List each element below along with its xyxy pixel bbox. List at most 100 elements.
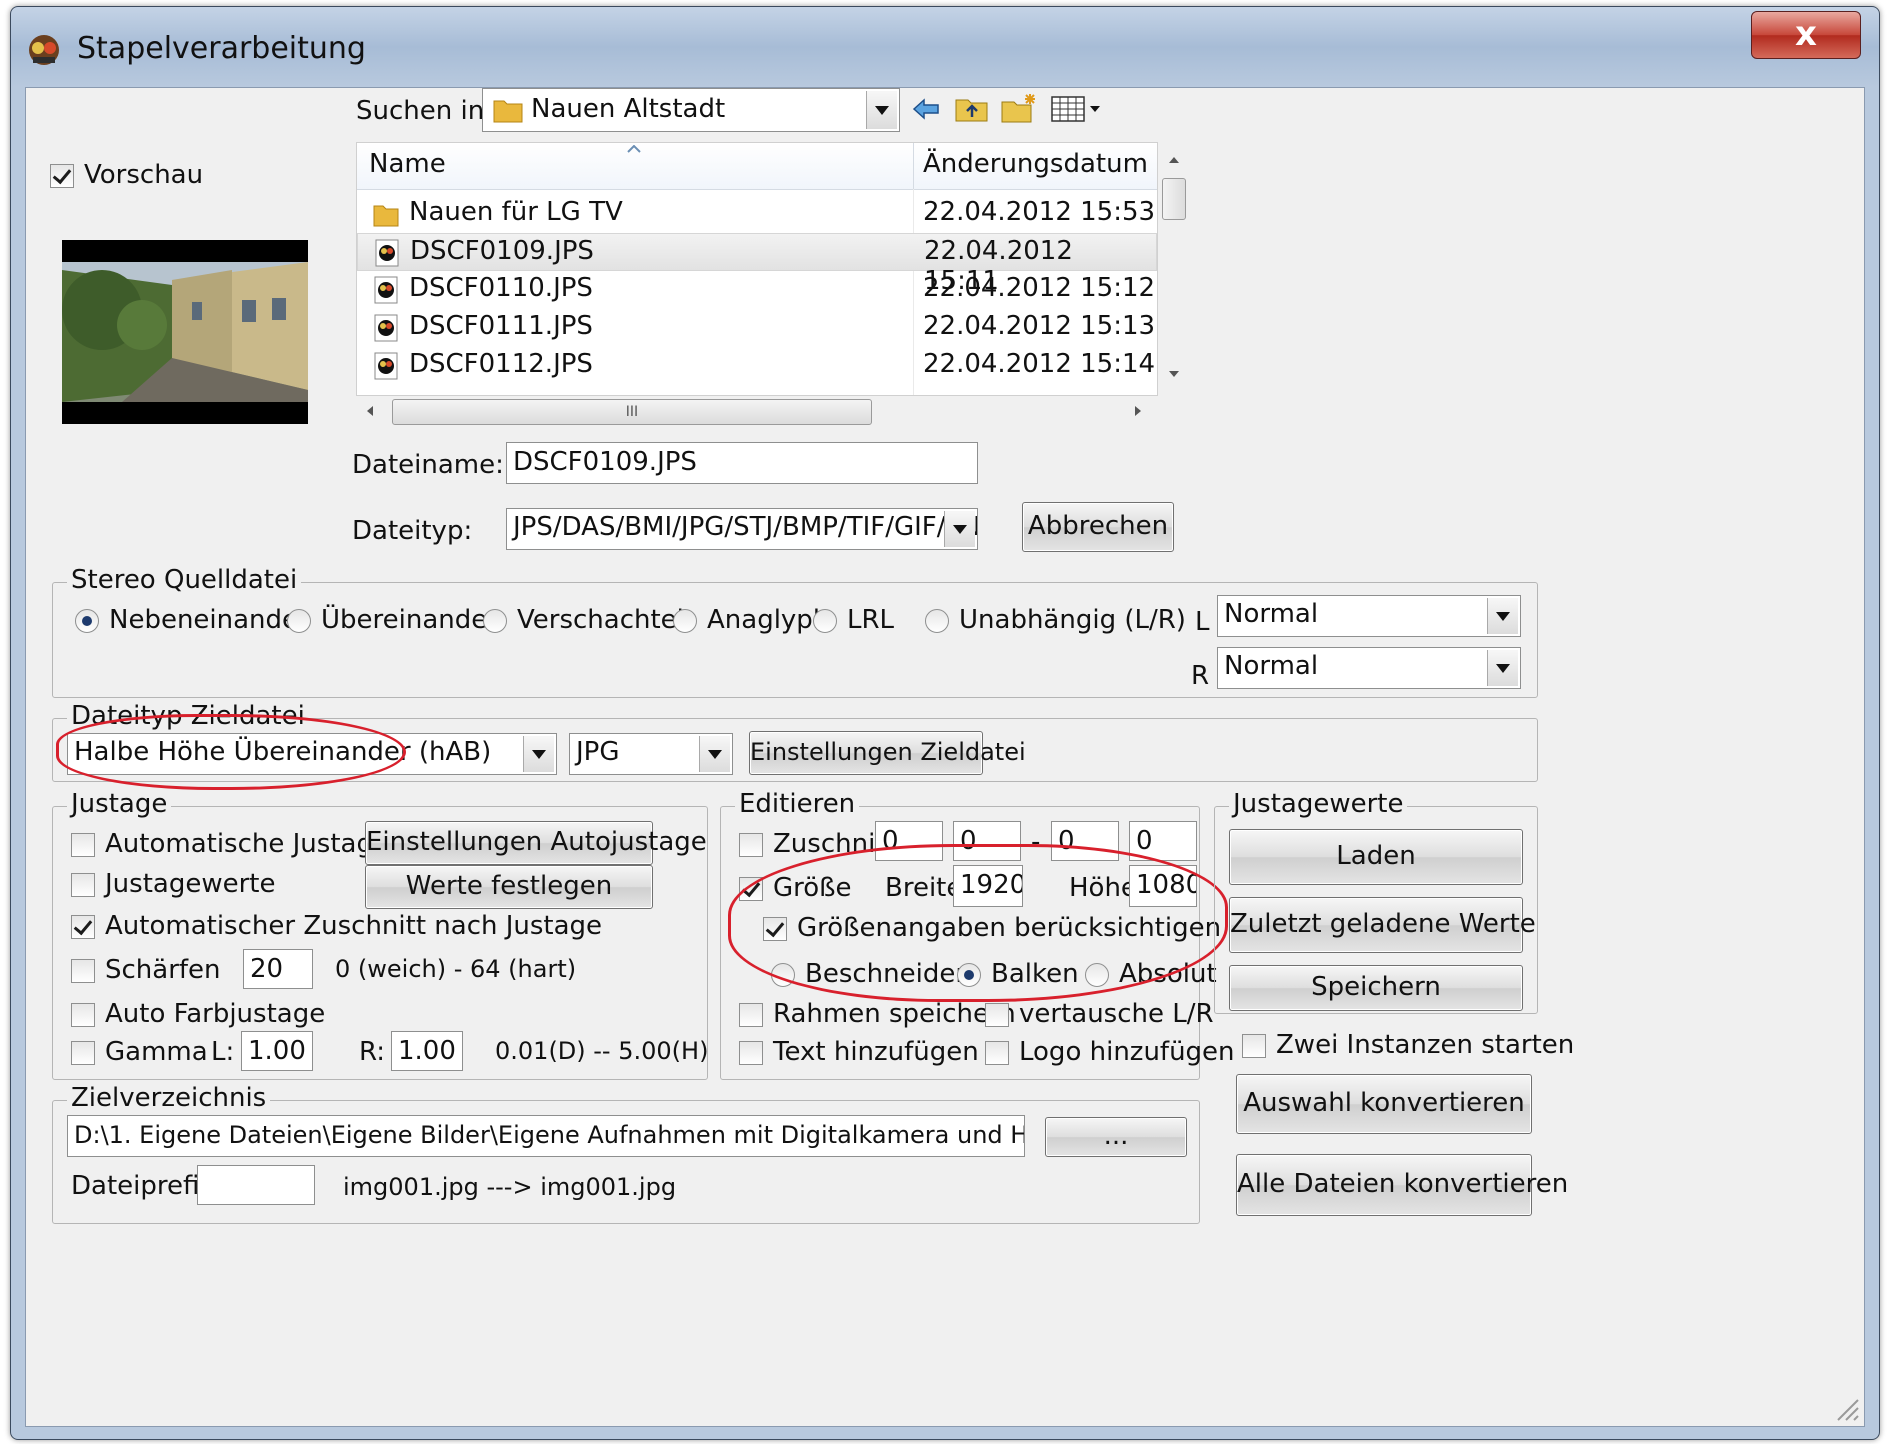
filetype-combo[interactable]: JPS/DAS/BMI/JPG/STJ/BMP/TIF/GIF/PN (506, 508, 978, 550)
height-input[interactable]: 1080 (1129, 865, 1197, 907)
sharpen-checkbox[interactable] (71, 959, 95, 983)
file-date: 22.04.2012 15:53 (923, 197, 1156, 227)
scroll-left-icon[interactable] (366, 405, 374, 417)
right-image-dropdown-arrow[interactable] (1487, 650, 1518, 686)
target-ext-combo[interactable]: JPG (569, 733, 733, 775)
radio-absolute-mode[interactable] (1085, 963, 1109, 987)
load-values-button[interactable]: Laden (1229, 829, 1523, 885)
last-loaded-values-button[interactable]: Zuletzt geladene Werte (1229, 897, 1536, 953)
file-row[interactable]: DSCF0112.JPS 22.04.2012 15:14 (357, 347, 1157, 385)
view-menu-icon[interactable] (1050, 94, 1106, 124)
file-row[interactable]: DSCF0110.JPS 22.04.2012 15:12 (357, 271, 1157, 309)
auto-color-checkbox[interactable] (71, 1003, 95, 1027)
crop-checkbox[interactable] (739, 833, 763, 857)
prefix-input[interactable] (197, 1165, 315, 1205)
radio-lrl[interactable] (813, 609, 837, 633)
folder-icon (373, 205, 399, 227)
look-in-combo[interactable]: Nauen Altstadt (482, 88, 900, 132)
save-frame-label: Rahmen speichern (773, 999, 1016, 1029)
left-image-combo[interactable]: Normal (1217, 595, 1521, 637)
two-instances-label: Zwei Instanzen starten (1276, 1030, 1575, 1060)
save-values-button[interactable]: Speichern (1229, 965, 1523, 1011)
close-button[interactable]: x (1751, 11, 1861, 59)
gamma-left-label: L: (211, 1037, 235, 1067)
respect-size-label: Größenangaben berücksichtigen (797, 913, 1222, 943)
crop-input-2[interactable]: 0 (953, 821, 1021, 861)
right-image-combo[interactable]: Normal (1217, 647, 1521, 689)
new-folder-icon[interactable] (1000, 92, 1038, 124)
file-name: DSCF0110.JPS (409, 273, 593, 303)
convert-selection-button[interactable]: Auswahl konvertieren (1236, 1074, 1532, 1134)
file-list[interactable]: Name Änderungsdatum Nauen für LG TV 22.0… (356, 142, 1158, 396)
file-row-folder[interactable]: Nauen für LG TV 22.04.2012 15:53 (357, 195, 1157, 233)
edit-group: Editieren Zuschnitt 0 0 - 0 0 Größe Brei… (720, 789, 1235, 1080)
look-in-dropdown-arrow[interactable] (866, 91, 897, 129)
column-name-header[interactable]: Name (369, 149, 446, 179)
radio-bars-mode[interactable] (957, 963, 981, 987)
crop-input-3[interactable]: 0 (1051, 821, 1119, 861)
back-icon[interactable] (910, 94, 942, 124)
justage-title: Justage (67, 789, 172, 819)
resize-grip-icon[interactable] (1832, 1394, 1860, 1422)
preview-checkbox[interactable] (50, 164, 74, 188)
target-dir-input[interactable]: D:\1. Eigene Dateien\Eigene Bilder\Eigen… (67, 1115, 1025, 1157)
justage-values-checkbox[interactable] (71, 873, 95, 897)
browse-button[interactable]: ... (1045, 1117, 1187, 1157)
crop-input-4[interactable]: 0 (1129, 821, 1197, 861)
scroll-up-icon[interactable] (1168, 156, 1180, 164)
filename-input[interactable]: DSCF0109.JPS (506, 442, 978, 484)
scroll-thumb-horizontal[interactable]: III (392, 399, 872, 425)
set-values-button[interactable]: Werte festlegen (365, 865, 653, 909)
scroll-thumb[interactable] (1162, 178, 1186, 220)
column-divider[interactable] (913, 143, 914, 189)
filename-label: Dateiname: (352, 450, 504, 480)
save-frame-checkbox[interactable] (739, 1003, 763, 1027)
auto-crop-checkbox[interactable] (71, 915, 95, 939)
file-list-vertical-scrollbar[interactable] (1160, 142, 1188, 392)
width-input[interactable]: 1920 (953, 865, 1023, 907)
radio-anaglyph[interactable] (673, 609, 697, 633)
auto-color-label: Auto Farbjustage (105, 999, 326, 1029)
file-name: DSCF0112.JPS (409, 349, 593, 379)
two-instances-checkbox[interactable] (1242, 1034, 1266, 1058)
add-text-checkbox[interactable] (739, 1041, 763, 1065)
radio-interlaced[interactable] (483, 609, 507, 633)
sharpen-input[interactable]: 20 (243, 949, 313, 989)
scroll-right-icon[interactable] (1134, 405, 1142, 417)
filetype-dropdown-arrow[interactable] (944, 511, 975, 547)
gamma-left-input[interactable]: 1.00 (241, 1031, 313, 1071)
up-folder-icon[interactable] (954, 94, 990, 124)
look-in-label: Suchen in: (356, 96, 493, 126)
target-format-combo[interactable]: Halbe Höhe Übereinander (hAB) (67, 733, 557, 775)
respect-size-checkbox[interactable] (763, 917, 787, 941)
target-ext-dropdown-arrow[interactable] (699, 736, 730, 772)
target-format-dropdown-arrow[interactable] (523, 736, 554, 772)
size-checkbox[interactable] (739, 877, 763, 901)
file-row-selected[interactable]: DSCF0109.JPS 22.04.2012 15:11 (357, 233, 1157, 296)
convert-all-button[interactable]: Alle Dateien konvertieren (1236, 1154, 1568, 1216)
justage-values-label: Justagewerte (105, 869, 276, 899)
file-row[interactable]: DSCF0111.JPS 22.04.2012 15:13 (357, 309, 1157, 347)
auto-crop-label: Automatischer Zuschnitt nach Justage (105, 911, 603, 941)
gamma-right-input[interactable]: 1.00 (391, 1031, 463, 1071)
file-list-horizontal-scrollbar[interactable]: III (356, 396, 1156, 426)
crop-input-1[interactable]: 0 (875, 821, 943, 861)
auto-justage-checkbox[interactable] (71, 833, 95, 857)
swap-lr-checkbox[interactable] (985, 1003, 1009, 1027)
target-settings-button[interactable]: Einstellungen Zieldatei (749, 731, 1026, 775)
scroll-down-icon[interactable] (1168, 370, 1180, 378)
auto-justage-settings-button[interactable]: Einstellungen Autojustage (365, 821, 707, 865)
left-image-dropdown-arrow[interactable] (1487, 598, 1518, 634)
filetype-value: JPS/DAS/BMI/JPG/STJ/BMP/TIF/GIF/PN (513, 512, 978, 542)
radio-side-by-side[interactable] (75, 609, 99, 633)
column-date-header[interactable]: Änderungsdatum (923, 149, 1148, 179)
radio-independent[interactable] (925, 609, 949, 633)
cancel-button[interactable]: Abbrechen (1022, 502, 1174, 552)
file-name: DSCF0109.JPS (410, 236, 594, 266)
radio-over-under[interactable] (287, 609, 311, 633)
radio-crop-mode[interactable] (771, 963, 795, 987)
gamma-checkbox[interactable] (71, 1041, 95, 1065)
title-bar[interactable]: Stapelverarbeitung x (11, 7, 1879, 87)
add-logo-checkbox[interactable] (985, 1041, 1009, 1065)
file-name: DSCF0111.JPS (409, 311, 593, 341)
